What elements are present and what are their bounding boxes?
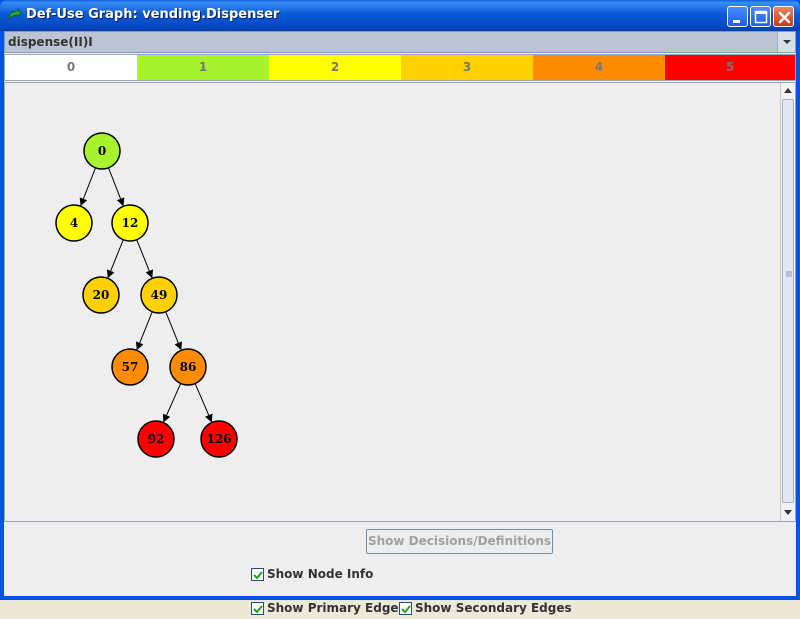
graph-node-label: 92 bbox=[148, 432, 165, 446]
graph-node-label: 20 bbox=[93, 288, 110, 302]
minimize-button[interactable] bbox=[727, 6, 748, 27]
graph-node-92[interactable]: 92 bbox=[137, 420, 175, 458]
graph-node-label: 57 bbox=[122, 360, 139, 374]
def-use-graph-panel: 0 4 12 20 49 57 86 92 126 bbox=[4, 82, 796, 522]
title-bar[interactable]: Def-Use Graph: vending.Dispenser bbox=[0, 0, 800, 31]
grip-icon bbox=[786, 271, 792, 277]
show-primary-edges-checkbox[interactable] bbox=[251, 602, 264, 615]
edge-12-49 bbox=[136, 239, 153, 279]
close-button[interactable] bbox=[773, 6, 794, 27]
maximize-button[interactable] bbox=[750, 6, 771, 27]
graph-node-label: 12 bbox=[122, 216, 139, 230]
graph-node-label: 86 bbox=[180, 360, 197, 374]
show-node-info-checkbox[interactable] bbox=[251, 568, 264, 581]
method-selector-dropdown-button[interactable] bbox=[777, 32, 795, 52]
maximize-icon bbox=[754, 10, 768, 24]
vertical-scrollbar[interactable] bbox=[780, 83, 795, 521]
minimize-icon bbox=[733, 20, 740, 23]
legend-level-4: 4 bbox=[533, 55, 665, 80]
graph-node-4[interactable]: 4 bbox=[55, 204, 93, 242]
show-secondary-edges-checkbox[interactable] bbox=[399, 602, 412, 615]
app-icon bbox=[8, 8, 21, 21]
legend-level-0: 0 bbox=[5, 55, 137, 80]
show-node-info-label[interactable]: Show Node Info bbox=[267, 567, 373, 581]
scroll-down-icon[interactable] bbox=[781, 505, 795, 520]
edge-49-57 bbox=[136, 311, 153, 351]
graph-node-20[interactable]: 20 bbox=[82, 276, 120, 314]
scrollbar-thumb[interactable] bbox=[782, 99, 794, 503]
window-content: dispense(II)I 012345 0 4 12 20 49 57 86 92 126 S… bbox=[4, 31, 796, 615]
method-selector-value: dispense(II)I bbox=[8, 35, 93, 49]
method-selector[interactable]: dispense(II)I bbox=[4, 31, 796, 53]
def-use-graph: 0 4 12 20 49 57 86 92 126 bbox=[55, 132, 238, 458]
show-primary-edges-label[interactable]: Show Primary Edges bbox=[267, 601, 406, 615]
graph-node-57[interactable]: 57 bbox=[111, 348, 149, 386]
scroll-up-icon[interactable] bbox=[781, 83, 795, 98]
edge-86-92 bbox=[162, 383, 182, 423]
graph-node-label: 126 bbox=[206, 432, 231, 446]
graph-node-0[interactable]: 0 bbox=[83, 132, 121, 170]
graph-node-86[interactable]: 86 bbox=[169, 348, 207, 386]
legend-level-2: 2 bbox=[269, 55, 401, 80]
chevron-down-icon bbox=[783, 40, 791, 44]
checkmark-icon bbox=[401, 605, 411, 614]
legend-level-5: 5 bbox=[665, 55, 795, 80]
edge-12-20 bbox=[107, 239, 124, 279]
edge-49-86 bbox=[165, 311, 182, 351]
graph-node-126[interactable]: 126 bbox=[200, 420, 238, 458]
edge-86-126 bbox=[194, 383, 213, 423]
show-decisions-definitions-button[interactable]: Show Decisions/Definitions bbox=[366, 529, 553, 554]
graph-node-label: 0 bbox=[98, 144, 106, 158]
graph-node-12[interactable]: 12 bbox=[111, 204, 149, 242]
edge-0-12 bbox=[108, 167, 125, 207]
window-title: Def-Use Graph: vending.Dispenser bbox=[26, 7, 280, 22]
show-secondary-edges-label[interactable]: Show Secondary Edges bbox=[415, 601, 572, 615]
graph-node-49[interactable]: 49 bbox=[140, 276, 178, 314]
edge-0-4 bbox=[79, 167, 96, 207]
graph-node-label: 4 bbox=[70, 216, 78, 230]
close-icon bbox=[778, 11, 791, 24]
checkmark-icon bbox=[253, 605, 263, 614]
graph-options-panel: Show Node Info Show Decisions/Definition… bbox=[4, 522, 796, 615]
coverage-legend: 012345 bbox=[4, 54, 796, 81]
legend-level-3: 3 bbox=[401, 55, 533, 80]
checkmark-icon bbox=[253, 571, 263, 580]
legend-level-1: 1 bbox=[137, 55, 269, 80]
graph-node-label: 49 bbox=[151, 288, 168, 302]
